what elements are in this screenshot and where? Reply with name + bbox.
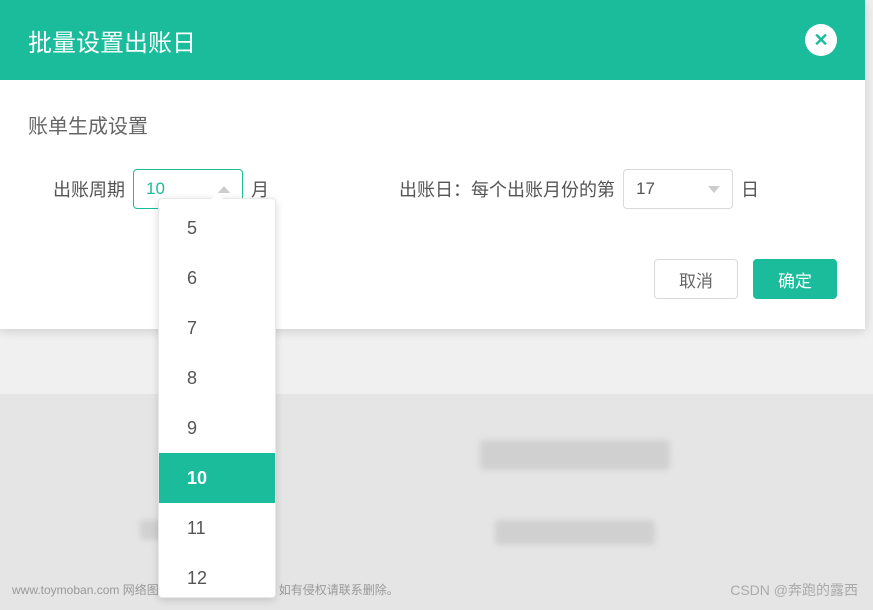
dropdown-option[interactable]: 7 [159,303,275,353]
close-icon: ✕ [813,30,828,51]
modal-header: 批量设置出账日 ✕ [0,0,865,80]
day-value: 17 [636,179,655,199]
blurred-content [480,440,670,470]
day-unit: 日 [741,176,759,202]
modal-footer: 取消 确定 [0,239,865,329]
page-background [0,394,873,610]
day-label: 出账日：每个出账月份的第 [399,176,615,202]
day-group: 出账日：每个出账月份的第 17 日 [399,169,759,209]
modal-dialog: 批量设置出账日 ✕ 账单生成设置 出账周期 10 月 出账日：每个出账月份的第 … [0,0,865,329]
dropdown-option[interactable]: 8 [159,353,275,403]
blurred-content [495,520,655,545]
cancel-button[interactable]: 取消 [654,259,738,299]
dropdown-option[interactable]: 11 [159,503,275,553]
confirm-button[interactable]: 确定 [753,259,837,299]
watermark: CSDN @奔跑的露西 [730,580,858,600]
section-title: 账单生成设置 [28,110,837,139]
close-button[interactable]: ✕ [805,24,837,56]
chevron-down-icon [708,186,720,193]
modal-title: 批量设置出账日 [28,23,196,58]
dropdown-option[interactable]: 6 [159,253,275,303]
period-value: 10 [146,179,165,199]
modal-body: 账单生成设置 出账周期 10 月 出账日：每个出账月份的第 17 日 [0,80,865,239]
dropdown-option[interactable]: 5 [159,203,275,253]
dropdown-list[interactable]: 56789101112 [159,203,275,593]
period-label: 出账周期 [53,176,125,202]
dropdown-option[interactable]: 12 [159,553,275,593]
form-row: 出账周期 10 月 出账日：每个出账月份的第 17 日 [28,169,837,209]
day-select[interactable]: 17 [623,169,733,209]
chevron-up-icon [218,186,230,193]
dropdown-option[interactable]: 9 [159,403,275,453]
period-dropdown: 56789101112 [158,198,276,598]
dropdown-option[interactable]: 10 [159,453,275,503]
